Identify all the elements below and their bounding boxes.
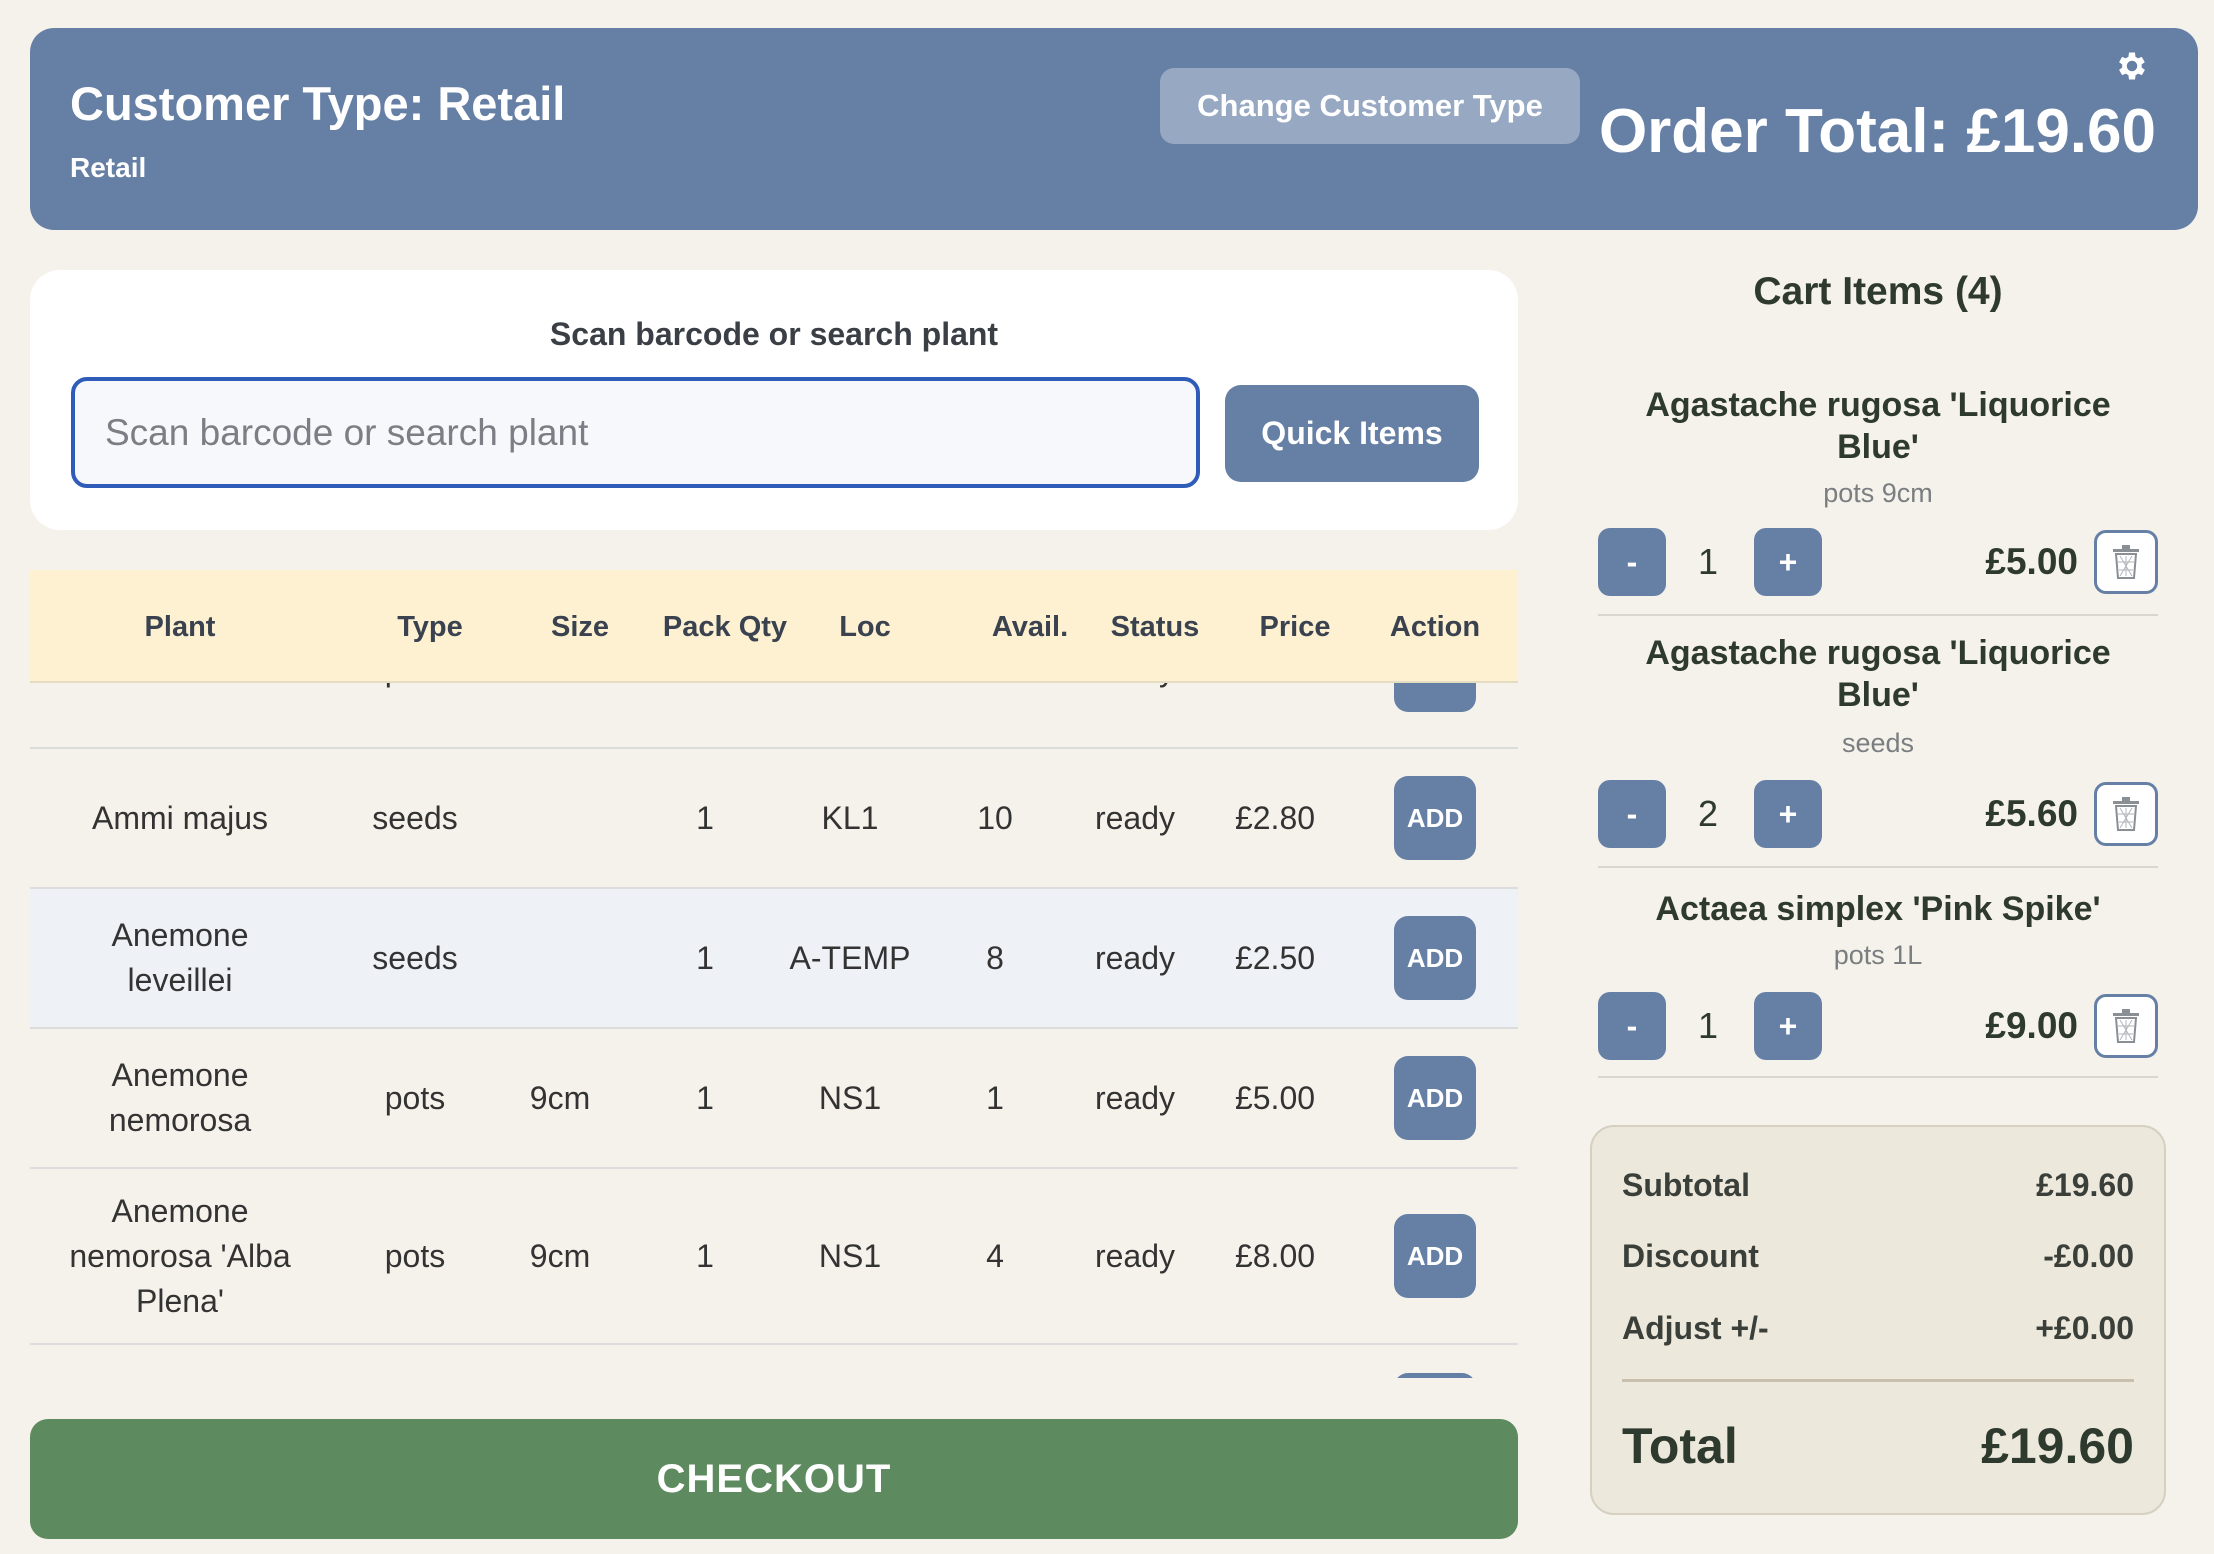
search-label: Scan barcode or search plant <box>549 316 999 352</box>
total-label: Total <box>1622 1418 1738 1474</box>
search-input[interactable] <box>71 377 1200 488</box>
change-customer-type-button[interactable]: Change Customer Type <box>1160 68 1580 144</box>
discount-row[interactable]: Discount -£0.00 <box>1622 1238 2134 1275</box>
table-body: senescens pots 9cm 1 NM1 20 ready £5.00 … <box>30 683 1518 1378</box>
cart-item-name: Agastache rugosa 'Liquorice Blue' <box>1645 386 2111 466</box>
search-card: Scan barcode or search plant Quick Items <box>30 270 1518 530</box>
customer-type-title: Customer Type: Retail <box>70 77 566 130</box>
decrease-qty-button[interactable]: - <box>1598 992 1666 1060</box>
adjust-label: Adjust +/- <box>1622 1310 1769 1346</box>
cell-size: 9cm <box>529 1237 591 1274</box>
cell-price: £8.00 <box>1234 1237 1316 1274</box>
table-row <box>30 1345 1518 1378</box>
add-button[interactable]: ADD <box>1394 1214 1476 1298</box>
quantity-value: 1 <box>1697 1005 1719 1046</box>
decrease-qty-button[interactable]: - <box>1598 528 1666 596</box>
table-row: Anemone nemorosa pots 9cm 1 NS1 1 ready … <box>30 1029 1518 1169</box>
cell-plant: Anemone leveillei <box>111 917 249 998</box>
discount-label: Discount <box>1622 1238 1759 1274</box>
add-button[interactable]: ADD <box>1394 1056 1476 1140</box>
cell-size <box>470 749 650 887</box>
adjust-row[interactable]: Adjust +/- +£0.00 <box>1622 1310 2134 1347</box>
discount-value: -£0.00 <box>2043 1238 2134 1274</box>
cell-size: 9cm <box>470 683 650 747</box>
cart-item-price: £9.00 <box>1985 1005 2078 1046</box>
add-button[interactable]: ADD <box>1394 776 1476 860</box>
table-header: Plant Type Size Pack Qty Loc Avail. Stat… <box>30 570 1518 683</box>
order-summary: Subtotal £19.60 Discount -£0.00 Adjust +… <box>1590 1125 2166 1515</box>
col-header-size: Size <box>550 610 610 643</box>
subtotal-label: Subtotal <box>1622 1167 1750 1203</box>
cart-item-type: seeds <box>1841 728 1915 758</box>
table-row: Anemone leveillei seeds 1 A-TEMP 8 ready… <box>30 889 1518 1029</box>
decrease-qty-button[interactable]: - <box>1598 780 1666 848</box>
cell-plant: Ammi majus <box>91 799 268 836</box>
trash-icon <box>2113 545 2139 579</box>
cart-item: Agastache rugosa 'Liquorice Blue' pots 9… <box>1598 368 2158 616</box>
cart-item-price: £5.60 <box>1985 793 2078 834</box>
total-row: Total £19.60 <box>1622 1417 2134 1475</box>
header-bar: Customer Type: Retail Retail Change Cust… <box>30 28 2198 230</box>
order-total: Order Total: £19.60 <box>1598 97 2156 166</box>
cell-size: 9cm <box>529 1079 591 1116</box>
cell-price: £2.50 <box>1234 939 1316 976</box>
remove-item-button[interactable] <box>2094 782 2158 846</box>
gear-icon[interactable] <box>2114 48 2150 84</box>
trash-icon <box>2113 1009 2139 1043</box>
cell-plant: Anemone nemorosa 'Alba Plena' <box>69 1192 291 1319</box>
col-header-plant: Plant <box>144 610 216 643</box>
cell-price: £5.00 <box>1234 1079 1316 1116</box>
plant-table[interactable]: Plant Type Size Pack Qty Loc Avail. Stat… <box>30 570 1518 1378</box>
cart-title: Cart Items (4) <box>1753 270 2003 313</box>
cell-plant: Anemone nemorosa <box>108 1057 252 1138</box>
cell-size <box>470 889 650 1027</box>
checkout-button[interactable]: CHECKOUT <box>30 1419 1518 1539</box>
cart-item: Agastache rugosa 'Liquorice Blue' seeds … <box>1598 616 2158 868</box>
add-button[interactable] <box>1394 1373 1476 1378</box>
quantity-value: 1 <box>1697 541 1719 582</box>
table-row: Anemone nemorosa 'Alba Plena' pots 9cm 1… <box>30 1169 1518 1345</box>
customer-type-subtitle: Retail <box>70 152 147 183</box>
cell-price: £5.00 <box>1190 683 1360 747</box>
increase-qty-button[interactable]: + <box>1754 528 1822 596</box>
cart-item: Actaea simplex 'Pink Spike' pots 1L - 1 … <box>1598 868 2158 1078</box>
remove-item-button[interactable] <box>2094 994 2158 1058</box>
table-row: senescens pots 9cm 1 NM1 20 ready £5.00 … <box>30 683 1518 749</box>
summary-divider <box>1622 1379 2134 1382</box>
quick-items-button[interactable]: Quick Items <box>1225 385 1479 482</box>
subtotal-row: Subtotal £19.60 <box>1622 1167 2134 1204</box>
cell-plant: senescens <box>30 683 330 747</box>
col-header-action: Action <box>1389 610 1481 643</box>
cart-item-type: pots 1L <box>1833 940 1923 970</box>
table-row: Ammi majus seeds 1 KL1 10 ready £2.80 AD… <box>30 749 1518 889</box>
cart-item-name: Actaea simplex 'Pink Spike' <box>1655 890 2101 928</box>
cart-item-price: £5.00 <box>1985 541 2078 582</box>
trash-icon <box>2113 797 2139 831</box>
add-button[interactable]: ADD <box>1394 916 1476 1000</box>
cart-item-name: Agastache rugosa 'Liquorice Blue' <box>1645 634 2111 714</box>
increase-qty-button[interactable]: + <box>1754 992 1822 1060</box>
add-button[interactable]: ADD <box>1394 683 1476 712</box>
remove-item-button[interactable] <box>2094 530 2158 594</box>
subtotal-value: £19.60 <box>2036 1167 2134 1203</box>
cart-item-type: pots 9cm <box>1823 478 1933 508</box>
adjust-value: +£0.00 <box>2035 1310 2134 1346</box>
cell-price: £2.80 <box>1234 799 1316 836</box>
increase-qty-button[interactable]: + <box>1754 780 1822 848</box>
quantity-value: 2 <box>1697 793 1719 834</box>
total-value: £19.60 <box>1981 1418 2134 1474</box>
